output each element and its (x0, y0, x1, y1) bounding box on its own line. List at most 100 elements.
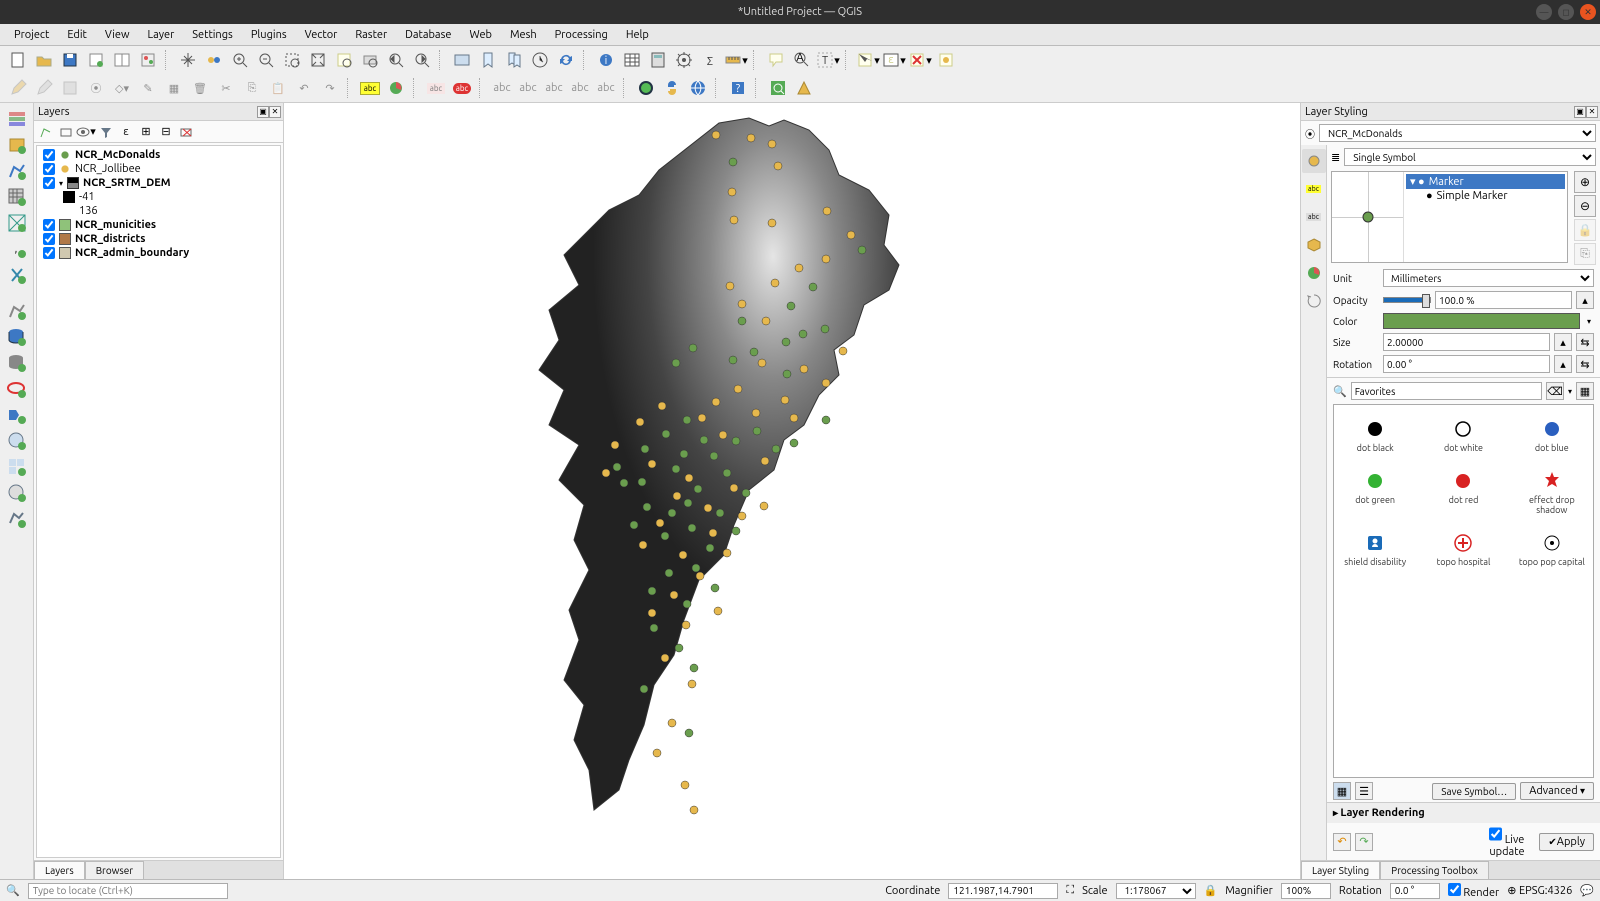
python-console-button[interactable] (660, 76, 684, 100)
advanced-button[interactable]: Advanced ▾ (1520, 782, 1594, 800)
color-button[interactable] (1383, 313, 1580, 329)
select-features-button[interactable]: ▾ (856, 48, 880, 72)
symbol-remove-button[interactable]: ⊖ (1574, 195, 1596, 217)
unit-select[interactable]: Millimeters (1383, 269, 1594, 287)
menu-layer[interactable]: Layer (140, 27, 183, 43)
layers-visibility-button[interactable]: ▾ (78, 124, 94, 140)
extents-icon[interactable]: ⛶ (1066, 884, 1074, 897)
layer-visibility-checkbox[interactable] (43, 219, 55, 231)
favorites-style-manager-button[interactable]: ▦ (1576, 382, 1594, 400)
paste-features-button[interactable]: 📋 (266, 76, 290, 100)
menu-project[interactable]: Project (6, 27, 57, 43)
opacity-input[interactable] (1435, 291, 1572, 309)
layer-visibility-checkbox[interactable] (43, 163, 55, 175)
statistics-button[interactable]: Σ (698, 48, 722, 72)
rotation-input[interactable] (1383, 355, 1550, 373)
open-project-button[interactable] (32, 48, 56, 72)
menu-raster[interactable]: Raster (347, 27, 395, 43)
zoom-to-layer-button[interactable] (358, 48, 382, 72)
layer-rendering-section[interactable]: ▸ Layer Rendering (1327, 802, 1600, 823)
favorite-shield-disability[interactable]: shield disability (1334, 527, 1416, 573)
size-dd-button[interactable]: ⇆ (1576, 333, 1594, 351)
add-oracle-button[interactable] (5, 377, 29, 401)
plugin-quickosm-button[interactable] (634, 76, 658, 100)
menu-mesh[interactable]: Mesh (502, 27, 545, 43)
live-update-checkbox[interactable]: Live update (1489, 825, 1535, 858)
show-spatial-bookmarks-button[interactable] (502, 48, 526, 72)
show-layout-manager-button[interactable] (110, 48, 134, 72)
label-move-button[interactable]: abc (516, 76, 540, 100)
add-wcs-button[interactable] (5, 481, 29, 505)
save-edits-button[interactable] (58, 76, 82, 100)
digitize-shape-button[interactable]: ◇▾ (110, 76, 134, 100)
add-delimited-text-button[interactable]: , (5, 237, 29, 261)
select-by-location-button[interactable] (934, 48, 958, 72)
undo-button[interactable]: ↶ (292, 76, 316, 100)
add-wfs-button[interactable] (5, 507, 29, 531)
vertex-tool-button[interactable]: ✎ (136, 76, 160, 100)
label-properties-button[interactable]: abc (594, 76, 618, 100)
menu-edit[interactable]: Edit (59, 27, 95, 43)
new-project-button[interactable] (6, 48, 30, 72)
zoom-native-button[interactable] (280, 48, 304, 72)
favorite-dot-blue[interactable]: dot blue (1511, 413, 1593, 459)
map-canvas[interactable] (284, 103, 1300, 879)
layer-visibility-checkbox[interactable] (43, 177, 55, 189)
symbol-duplicate-button[interactable]: ⎘ (1574, 243, 1596, 265)
add-vector-button[interactable] (5, 159, 29, 183)
favorites-search-input[interactable] (1351, 382, 1542, 400)
layers-styling-button[interactable] (38, 124, 54, 140)
size-input[interactable] (1383, 333, 1550, 351)
add-virtual-layer-button[interactable] (5, 299, 29, 323)
label-toolbar-diagram-button[interactable] (384, 76, 408, 100)
add-xyz-button[interactable] (5, 455, 29, 479)
styling-undock-button[interactable]: ▣ (1574, 106, 1586, 118)
zoom-full-button[interactable] (306, 48, 330, 72)
measure-button[interactable]: ▾ (724, 48, 748, 72)
layer-row[interactable]: NCR_admin_boundary (39, 246, 278, 260)
layers-remove-button[interactable] (178, 124, 194, 140)
menu-help[interactable]: Help (618, 27, 657, 43)
panel-undock-button[interactable]: ▣ (257, 106, 269, 118)
favorite-dot-green[interactable]: dot green (1334, 465, 1416, 521)
zoom-next-button[interactable] (410, 48, 434, 72)
favorite-dot-black[interactable]: dot black (1334, 413, 1416, 459)
zoom-to-selection-button[interactable] (332, 48, 356, 72)
symbol-layer-simple-marker[interactable]: ● Simple Marker (1406, 189, 1565, 203)
new-spatial-bookmark-button[interactable] (476, 48, 500, 72)
new-annotation-button[interactable]: A (790, 48, 814, 72)
identify-button[interactable]: i (594, 48, 618, 72)
styling-panel-close-button[interactable]: ✕ (1586, 106, 1598, 118)
save-project-button[interactable] (58, 48, 82, 72)
favorite-topo-hospital[interactable]: topo hospital (1422, 527, 1504, 573)
text-annotation-button[interactable]: T▾ (816, 48, 840, 72)
layer-row[interactable]: NCR_districts (39, 232, 278, 246)
new-geopackage-button[interactable] (5, 133, 29, 157)
menu-plugins[interactable]: Plugins (243, 27, 295, 43)
layers-tree[interactable]: NCR_McDonaldsNCR_Jollibee▾NCR_SRTM_DEM-4… (36, 145, 281, 858)
lock-scale-icon[interactable]: 🔒 (1204, 884, 1218, 897)
symbol-layer-tree[interactable]: ▾ ● Marker ● Simple Marker (1404, 172, 1567, 262)
menu-vector[interactable]: Vector (297, 27, 346, 43)
layer-row[interactable]: NCR_Jollibee (39, 162, 278, 176)
panel-close-button[interactable]: ✕ (269, 106, 281, 118)
window-minimize-button[interactable]: — (1536, 4, 1552, 20)
pan-to-selection-button[interactable] (202, 48, 226, 72)
favorite-dot-white[interactable]: dot white (1422, 413, 1504, 459)
diagrams-tab[interactable] (1302, 261, 1326, 285)
size-spinner[interactable]: ▴ (1554, 333, 1572, 351)
new-print-layout-button[interactable] (84, 48, 108, 72)
copy-features-button[interactable]: ⎘ (240, 76, 264, 100)
zoom-in-button[interactable] (228, 48, 252, 72)
tab-browser[interactable]: Browser (85, 861, 144, 879)
new-map-view-button[interactable] (450, 48, 474, 72)
data-source-manager-button[interactable] (5, 107, 29, 131)
redo-button[interactable]: ↷ (318, 76, 342, 100)
tab-layers[interactable]: Layers (34, 861, 85, 879)
layer-row[interactable]: NCR_McDonalds (39, 148, 278, 162)
cut-features-button[interactable]: ✂ (214, 76, 238, 100)
layers-filter-button[interactable] (98, 124, 114, 140)
add-mssql-button[interactable] (5, 351, 29, 375)
style-manager-button[interactable] (136, 48, 160, 72)
modify-attributes-button[interactable]: ▦ (162, 76, 186, 100)
